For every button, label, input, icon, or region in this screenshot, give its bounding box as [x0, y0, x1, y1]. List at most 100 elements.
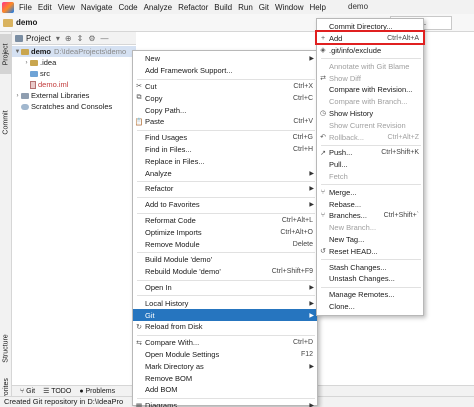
chevron-down-icon[interactable]: ▼: [14, 49, 21, 55]
menu-item-show-history[interactable]: ◷ Show History: [317, 108, 423, 120]
menu-item-label: Show History: [329, 108, 374, 118]
menu-item-label: Find Usages: [145, 133, 188, 143]
menu-view[interactable]: View: [55, 3, 78, 12]
menu-item-open-module-settings[interactable]: Open Module Settings F12: [133, 349, 317, 361]
menu-item-label: Copy: [145, 93, 163, 103]
chevron-down-icon[interactable]: ▾: [56, 34, 60, 43]
menu-item-pull[interactable]: Pull...: [317, 159, 423, 171]
menu-item-paste[interactable]: 📋 Paste Ctrl+V: [133, 116, 317, 128]
menu-item-label: Add to Favorites: [145, 200, 200, 210]
menu-item-find-in-files[interactable]: Find in Files... Ctrl+H: [133, 144, 317, 156]
folder-icon: [3, 18, 13, 27]
menu-item-label: Push...: [329, 148, 353, 158]
menu-item-remove-bom[interactable]: Remove BOM: [133, 372, 317, 384]
tree-node-demo[interactable]: ▼ demo D:\IdeaProjects\demo: [12, 46, 136, 57]
menu-refactor[interactable]: Refactor: [175, 3, 211, 12]
menu-item-push[interactable]: ↗ Push... Ctrl+Shift+K: [317, 147, 423, 159]
submenu-arrow-icon: ▶: [309, 56, 314, 63]
tree-node-demo-iml[interactable]: demo.iml: [12, 79, 68, 90]
menu-item-rebase[interactable]: Rebase...: [317, 198, 423, 210]
menu-item-add-bom[interactable]: Add BOM: [133, 384, 317, 396]
menu-item-add-to-favorites[interactable]: Add to Favorites ▶: [133, 199, 317, 211]
tool-tab-git[interactable]: ⑂ Git: [20, 388, 35, 395]
menu-edit[interactable]: Edit: [35, 3, 55, 12]
tree-node-external-libraries[interactable]: › External Libraries: [12, 90, 90, 101]
submenu-arrow-icon: ▶: [309, 300, 314, 307]
menu-item-label: Fetch: [329, 171, 348, 181]
menu-item-label: Stash Changes...: [329, 262, 387, 272]
menu-item-cut[interactable]: ✂ Cut Ctrl+X: [133, 81, 317, 93]
tool-tab-todo[interactable]: ☰ TODO: [43, 387, 71, 395]
menu-item-local-history[interactable]: Local History ▶: [133, 297, 317, 309]
tool-tab-problems[interactable]: ● Problems: [79, 388, 115, 395]
menu-item-new[interactable]: New ▶: [133, 53, 317, 65]
tool-tab-structure[interactable]: Structure: [0, 328, 12, 368]
menu-item-new-branch[interactable]: New Branch...: [317, 222, 423, 234]
menu-item-rebuild-module-demo[interactable]: Rebuild Module 'demo' Ctrl+Shift+F9: [133, 266, 317, 278]
menu-item-reload-from-disk[interactable]: ↻ Reload from Disk: [133, 321, 317, 333]
menu-analyze[interactable]: Analyze: [141, 3, 175, 12]
menu-item-clone[interactable]: Clone...: [317, 301, 423, 313]
gear-icon[interactable]: ⚙: [88, 34, 95, 43]
tool-tab-git-label: Git: [26, 387, 36, 395]
menu-item-compare-with-branch[interactable]: Compare with Branch...: [317, 96, 423, 108]
menu-help[interactable]: Help: [306, 3, 328, 12]
menu-item-analyze[interactable]: Analyze ▶: [133, 167, 317, 179]
menu-item-stash-changes[interactable]: Stash Changes...: [317, 261, 423, 273]
menu-item-label: New: [145, 54, 161, 64]
tree-node-idea[interactable]: › .idea: [12, 57, 57, 68]
menu-item-reset-head[interactable]: ↺ Reset HEAD...: [317, 245, 423, 257]
menu-item-replace-in-files[interactable]: Replace in Files...: [133, 155, 317, 167]
menu-item-reformat-code[interactable]: Reformat Code Ctrl+Alt+L: [133, 215, 317, 227]
menu-item-mark-directory-as[interactable]: Mark Directory as ▶: [133, 360, 317, 372]
menu-item-find-usages[interactable]: Find Usages Ctrl+G: [133, 132, 317, 144]
chevron-right-icon[interactable]: ›: [14, 93, 21, 99]
menu-item-label: Reformat Code: [145, 215, 196, 225]
chevron-right-icon[interactable]: ›: [23, 60, 30, 66]
menu-item-compare-with-revision[interactable]: Compare with Revision...: [317, 84, 423, 96]
menu-item-add-framework-support[interactable]: Add Framework Support...: [133, 65, 317, 77]
menu-item-merge[interactable]: ⑂ Merge...: [317, 186, 423, 198]
menu-build[interactable]: Build: [211, 3, 235, 12]
menu-item-diagrams[interactable]: ▦ Diagrams ▶: [133, 400, 317, 407]
menu-item-remove-module[interactable]: Remove Module Delete: [133, 238, 317, 250]
menu-run[interactable]: Run: [235, 3, 256, 12]
window-title: demo: [348, 2, 369, 11]
menu-file[interactable]: File: [16, 3, 35, 12]
menu-item-annotate-with-git-blame[interactable]: Annotate with Git Blame: [317, 60, 423, 72]
menu-item-label: Compare with Revision...: [329, 85, 413, 95]
menu-item-build-module-demo[interactable]: Build Module 'demo': [133, 254, 317, 266]
tree-node-scratches[interactable]: Scratches and Consoles: [12, 101, 112, 112]
tool-tab-structure-label: Structure: [2, 333, 10, 363]
tree-node-src[interactable]: src: [12, 68, 50, 79]
menu-git[interactable]: Git: [256, 3, 272, 12]
menu-separator: [137, 397, 315, 399]
menu-item-copy[interactable]: ⧉ Copy Ctrl+C: [133, 92, 317, 104]
menu-navigate[interactable]: Navigate: [78, 3, 116, 12]
menu-item-git[interactable]: Git ▶: [133, 309, 317, 321]
collapse-all-icon[interactable]: ⇕: [77, 34, 84, 43]
menu-item-copy-path[interactable]: Copy Path...: [133, 104, 317, 116]
menu-item-rollback[interactable]: ↶ Rollback... Ctrl+Alt+Z: [317, 131, 423, 143]
breadcrumb-project[interactable]: demo: [16, 18, 37, 27]
menu-code[interactable]: Code: [115, 3, 140, 12]
tool-tab-commit[interactable]: Commit: [0, 102, 12, 142]
menu-item-manage-remotes[interactable]: Manage Remotes...: [317, 289, 423, 301]
menu-item-branches[interactable]: ⑂ Branches... Ctrl+Shift+`: [317, 210, 423, 222]
menu-item-unstash-changes[interactable]: Unstash Changes...: [317, 273, 423, 285]
menu-item-compare-with[interactable]: ⇆ Compare With... Ctrl+D: [133, 337, 317, 349]
menu-item-new-tag[interactable]: New Tag...: [317, 234, 423, 246]
menu-item-optimize-imports[interactable]: Optimize Imports Ctrl+Alt+O: [133, 226, 317, 238]
menu-window[interactable]: Window: [272, 3, 306, 12]
menu-item-show-diff[interactable]: ⇄ Show Diff: [317, 72, 423, 84]
menu-item-label: Mark Directory as: [145, 361, 204, 371]
project-view-selector[interactable]: Project: [26, 34, 51, 43]
tool-tab-project[interactable]: Project: [0, 34, 12, 74]
menu-item-fetch[interactable]: Fetch: [317, 171, 423, 183]
menu-item-git-info-exclude[interactable]: ◈ .git/info/exclude: [317, 45, 423, 57]
menu-item-show-current-revision[interactable]: Show Current Revision: [317, 119, 423, 131]
menu-item-open-in[interactable]: Open In ▶: [133, 282, 317, 294]
menu-item-refactor[interactable]: Refactor ▶: [133, 183, 317, 195]
locate-icon[interactable]: ⊕: [65, 34, 72, 43]
hide-icon[interactable]: —: [101, 34, 109, 43]
